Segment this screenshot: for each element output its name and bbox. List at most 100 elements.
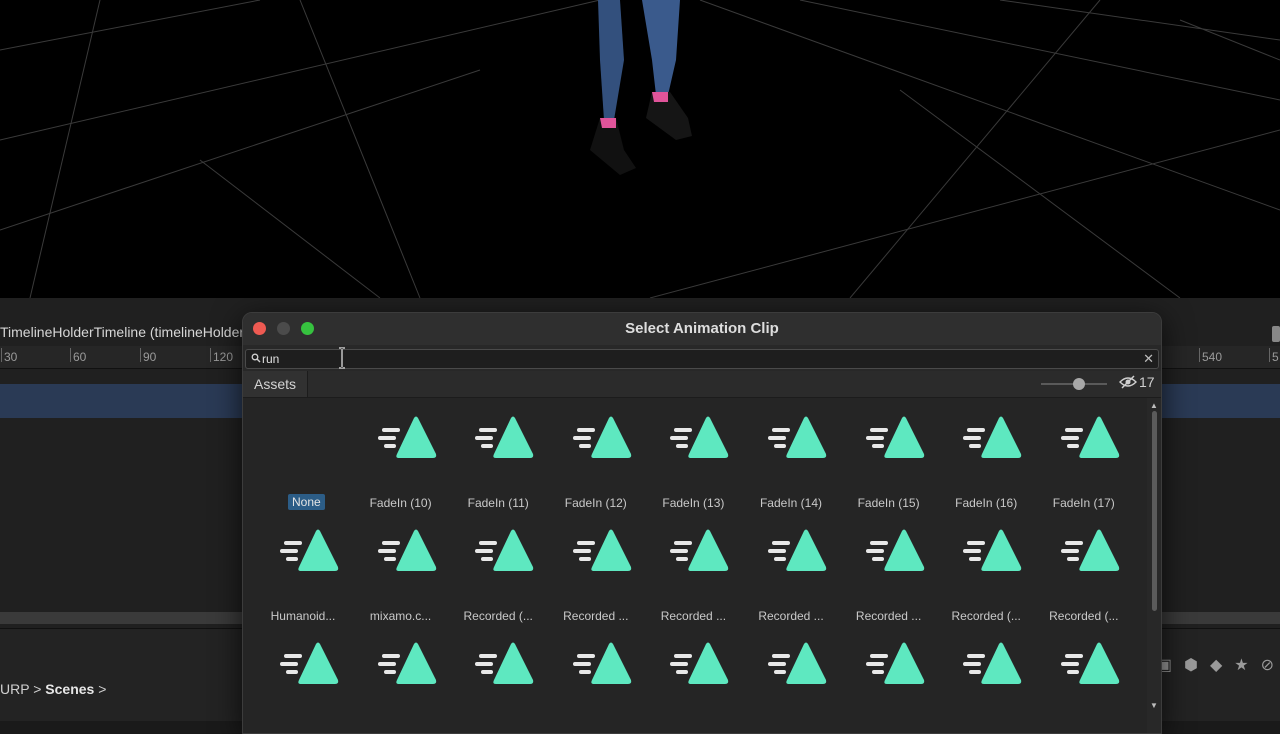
asset-item-label: Recorded ... <box>855 609 922 623</box>
dialog-title: Select Animation Clip <box>625 320 779 337</box>
animation-clip-icon <box>865 642 924 684</box>
animation-clip-icon <box>1060 416 1119 458</box>
asset-item-label: FadeIn (16) <box>955 496 1018 510</box>
dialog-titlebar[interactable]: Select Animation Clip <box>243 313 1161 345</box>
clear-search-icon[interactable]: ✕ <box>1143 351 1154 367</box>
asset-item[interactable]: FadeIn (13) <box>644 404 742 510</box>
animation-clip-icon <box>377 529 436 571</box>
asset-item[interactable] <box>937 630 1035 733</box>
ruler-tick: 60 <box>69 348 87 364</box>
scene-view[interactable] <box>0 0 1280 298</box>
hidden-items-toggle[interactable]: 17 <box>1119 374 1155 390</box>
search-icon <box>251 353 261 363</box>
asset-item-label: FadeIn (12) <box>564 496 627 510</box>
scrollbar-thumb[interactable] <box>1152 411 1157 611</box>
animation-clip-icon <box>865 529 924 571</box>
asset-item[interactable] <box>547 630 645 733</box>
asset-item[interactable]: Recorded (... <box>449 517 547 623</box>
animation-clip-icon <box>963 642 1022 684</box>
select-animation-clip-dialog: Select Animation Clip ✕ Assets 17 None Fa… <box>242 312 1162 734</box>
animation-clip-icon <box>475 642 534 684</box>
asset-item[interactable]: Recorded ... <box>742 517 840 623</box>
asset-item[interactable]: FadeIn (10) <box>352 404 450 510</box>
asset-item[interactable] <box>254 630 352 733</box>
animation-clip-icon <box>572 529 631 571</box>
asset-item[interactable]: FadeIn (12) <box>547 404 645 510</box>
asset-item[interactable] <box>742 630 840 733</box>
asset-item[interactable]: mixamo.c... <box>352 517 450 623</box>
scroll-up-arrow-icon[interactable]: ▲ <box>1150 401 1158 410</box>
asset-item[interactable]: FadeIn (14) <box>742 404 840 510</box>
asset-item-label: None <box>288 494 325 510</box>
asset-item-label: Recorded (... <box>1049 609 1119 623</box>
asset-item-label: mixamo.c... <box>369 609 432 623</box>
asset-item-none[interactable]: None <box>254 404 352 510</box>
asset-item-label: FadeIn (14) <box>759 496 823 510</box>
asset-item[interactable]: Recorded ... <box>547 517 645 623</box>
asset-item[interactable] <box>352 630 450 733</box>
hidden-items-count: 17 <box>1139 374 1155 390</box>
eye-slash-icon <box>1119 375 1137 389</box>
animation-clip-icon <box>963 529 1022 571</box>
animation-clip-icon <box>572 642 631 684</box>
asset-item[interactable]: FadeIn (17) <box>1035 404 1133 510</box>
asset-item[interactable]: FadeIn (16) <box>937 404 1035 510</box>
animation-clip-icon <box>377 416 436 458</box>
animation-clip-icon <box>865 416 924 458</box>
asset-item[interactable] <box>1035 630 1133 733</box>
asset-item-label: Humanoid... <box>270 609 336 623</box>
animation-clip-icon <box>377 642 436 684</box>
animation-clip-icon <box>670 416 729 458</box>
timeline-menu-icon[interactable] <box>1272 326 1280 342</box>
breadcrumb-item-urp[interactable]: URP <box>0 681 29 697</box>
asset-item-label: Recorded (... <box>463 609 533 623</box>
animation-clip-icon <box>572 416 631 458</box>
asset-item[interactable]: FadeIn (11) <box>449 404 547 510</box>
asset-item[interactable] <box>644 630 742 733</box>
asset-item-label: Recorded ... <box>660 609 727 623</box>
chevron-right-icon: > <box>33 681 46 697</box>
animation-clip-icon <box>1060 642 1119 684</box>
asset-item-label: Recorded (... <box>951 609 1021 623</box>
asset-item-label: FadeIn (11) <box>467 496 529 510</box>
asset-item[interactable] <box>449 630 547 733</box>
breadcrumb-item-scenes[interactable]: Scenes <box>45 681 94 697</box>
ruler-tick: 5 <box>1269 348 1279 364</box>
animation-clip-icon <box>475 529 534 571</box>
animation-clip-icon <box>670 642 729 684</box>
star-icon[interactable]: ★ <box>1234 655 1248 675</box>
asset-item-label: FadeIn (13) <box>662 496 725 510</box>
animation-clip-icon <box>768 529 827 571</box>
breadcrumb: URP > Scenes > <box>0 681 106 697</box>
asset-item[interactable]: Recorded ... <box>840 517 938 623</box>
character-model[interactable] <box>580 0 710 185</box>
asset-item[interactable]: Humanoid... <box>254 517 352 623</box>
hidden-packages-icon[interactable]: ⊘ <box>1261 655 1274 675</box>
asset-item[interactable]: FadeIn (15) <box>840 404 938 510</box>
asset-item[interactable] <box>840 630 938 733</box>
timeline-title: TimelineHolderTimeline (timelineHolder <box>0 324 245 340</box>
chevron-right-icon: > <box>98 681 107 697</box>
label-icon[interactable]: ◆ <box>1210 655 1222 675</box>
ruler-tick: 30 <box>0 348 18 364</box>
asset-item[interactable]: Recorded ... <box>644 517 742 623</box>
picker-toolbar: Assets 17 <box>243 371 1161 398</box>
icon-size-slider-handle[interactable] <box>1073 378 1085 390</box>
animation-clip-icon <box>280 529 339 571</box>
animation-clip-icon <box>670 529 729 571</box>
ruler-tick: 90 <box>139 348 157 364</box>
asset-item[interactable]: Recorded (... <box>937 517 1035 623</box>
tab-assets[interactable]: Assets <box>243 371 309 397</box>
asset-item[interactable]: Recorded (... <box>1035 517 1133 623</box>
search-input[interactable] <box>262 350 1122 368</box>
asset-item-label: Recorded ... <box>758 609 824 623</box>
scroll-down-arrow-icon[interactable]: ▼ <box>1150 701 1158 710</box>
search-field[interactable]: ✕ <box>245 349 1159 369</box>
search-by-type-icon[interactable]: ⬢ <box>1184 655 1198 675</box>
asset-item-label: FadeIn (17) <box>1052 496 1115 510</box>
vertical-scrollbar[interactable]: ▲ ▼ <box>1149 399 1159 717</box>
animation-clip-icon <box>963 416 1022 458</box>
ruler-tick: 120 <box>209 348 234 364</box>
text-cursor-icon <box>339 347 345 369</box>
animation-clip-icon <box>768 416 827 458</box>
